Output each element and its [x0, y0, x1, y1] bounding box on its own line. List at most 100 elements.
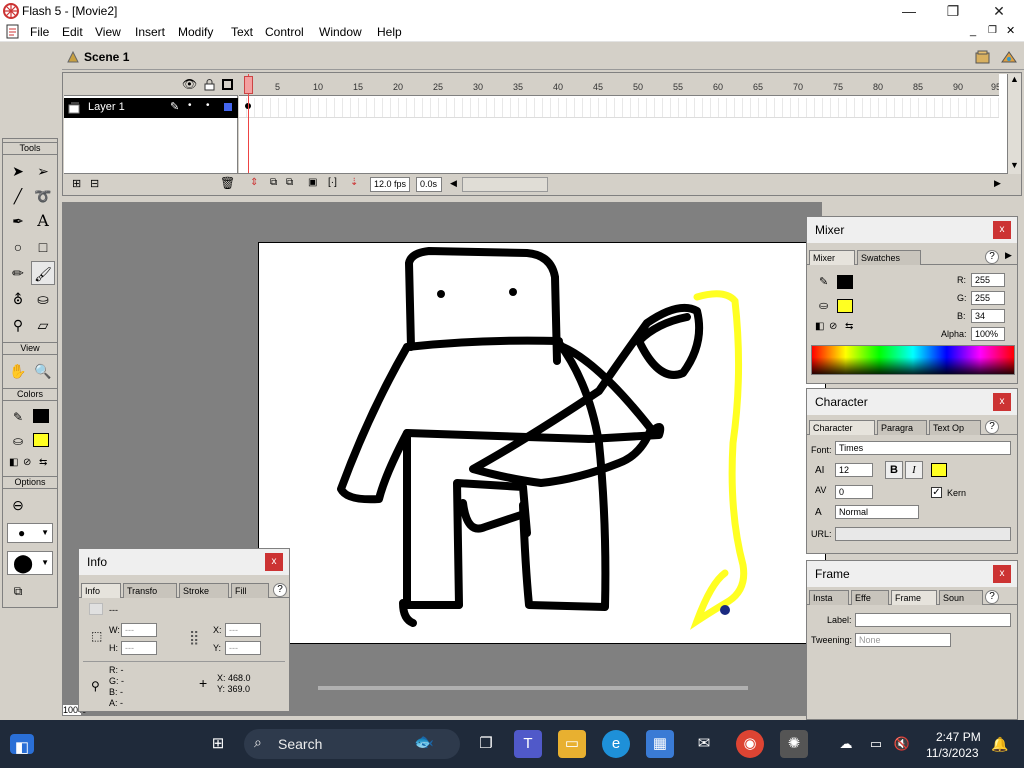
- brush-tool-icon[interactable]: 🖌: [31, 261, 55, 285]
- modify-onion-markers-icon[interactable]: [·]: [328, 177, 337, 188]
- mixer-fill-swatch[interactable]: [837, 299, 853, 313]
- edit-scene-icon[interactable]: [1000, 49, 1018, 65]
- line-tool-icon[interactable]: ╱: [6, 184, 30, 208]
- italic-button[interactable]: I: [905, 461, 923, 479]
- visible-dot[interactable]: •: [188, 100, 192, 111]
- taskbar-search[interactable]: ⌕ Search 🐟: [244, 729, 460, 759]
- doc-restore-button[interactable]: ❐: [988, 25, 997, 36]
- scroll-up-icon[interactable]: ▲: [1010, 74, 1019, 84]
- w-field[interactable]: ---: [121, 623, 157, 637]
- scroll-down-icon[interactable]: ▼: [1010, 160, 1019, 170]
- lock-fill-icon[interactable]: ⧉: [6, 579, 30, 603]
- help-icon[interactable]: ?: [985, 590, 999, 604]
- tab-text-options[interactable]: Text Op: [929, 420, 981, 435]
- stage-canvas[interactable]: [258, 242, 826, 644]
- tab-swatches[interactable]: Swatches: [857, 250, 921, 265]
- doc-minimize-button[interactable]: _: [970, 25, 976, 37]
- menu-control[interactable]: Control: [265, 25, 304, 39]
- edge-icon[interactable]: e: [602, 730, 630, 758]
- url-field[interactable]: [835, 527, 1011, 541]
- frame-row[interactable]: [239, 98, 999, 118]
- notifications-icon[interactable]: 🔔: [986, 730, 1014, 758]
- center-frame-icon[interactable]: ⇕: [250, 177, 258, 188]
- panel-menu-icon[interactable]: ▶: [1005, 250, 1012, 261]
- timeline-hscroll-thumb[interactable]: [462, 177, 548, 192]
- rectangle-tool-icon[interactable]: □: [31, 235, 55, 259]
- menu-view[interactable]: View: [95, 25, 121, 39]
- tab-stroke[interactable]: Stroke: [179, 583, 229, 598]
- maximize-button[interactable]: ❐: [930, 0, 976, 22]
- edit-symbols-icon[interactable]: [974, 49, 992, 65]
- mail-icon[interactable]: ✉: [690, 730, 718, 758]
- tab-paragraph[interactable]: Paragra: [877, 420, 927, 435]
- network-icon[interactable]: ☁: [832, 730, 860, 758]
- onion-outline-icon[interactable]: ⧉: [286, 177, 293, 188]
- fill-color-swatch[interactable]: [33, 433, 49, 447]
- lock-dot[interactable]: •: [206, 100, 210, 111]
- h-field[interactable]: ---: [121, 641, 157, 655]
- scroll-left-icon[interactable]: ◀: [450, 178, 457, 189]
- playhead-handle[interactable]: [244, 76, 253, 94]
- lock-icon[interactable]: [204, 79, 215, 91]
- y-field[interactable]: ---: [225, 641, 261, 655]
- timeline-vertical-scrollbar[interactable]: ▲ ▼: [1007, 74, 1021, 174]
- no-color-icon[interactable]: ⊘: [23, 457, 31, 468]
- menu-insert[interactable]: Insert: [135, 25, 165, 39]
- teams-icon[interactable]: T: [514, 730, 542, 758]
- tab-character[interactable]: Character: [809, 420, 875, 435]
- stroke-color-swatch[interactable]: [33, 409, 49, 423]
- default-colors-icon[interactable]: ◧: [9, 457, 18, 468]
- mixer-stroke-swatch[interactable]: [837, 275, 853, 289]
- mixer-close-button[interactable]: x: [993, 221, 1011, 239]
- menu-window[interactable]: Window: [319, 25, 362, 39]
- baseline-select[interactable]: Normal: [835, 505, 919, 519]
- scroll-right-icon[interactable]: ▶: [994, 178, 1001, 189]
- edit-multiple-frames-icon[interactable]: ▣: [308, 177, 317, 188]
- color-spectrum[interactable]: [811, 345, 1015, 375]
- tweening-select[interactable]: None: [855, 633, 951, 647]
- text-color-swatch[interactable]: [931, 463, 947, 477]
- frame-rate-field[interactable]: 12.0 fps: [370, 177, 410, 192]
- task-view-icon[interactable]: ❐: [472, 730, 500, 758]
- doc-close-button[interactable]: ✕: [1006, 24, 1015, 37]
- character-close-button[interactable]: x: [993, 393, 1011, 411]
- chrome-icon[interactable]: ◉: [736, 730, 764, 758]
- outline-color-box[interactable]: [224, 103, 232, 111]
- store-icon[interactable]: ▦: [646, 730, 674, 758]
- swap-colors-icon[interactable]: ⇆: [39, 457, 47, 468]
- close-button[interactable]: ✕: [976, 0, 1022, 22]
- oval-tool-icon[interactable]: ○: [6, 235, 30, 259]
- volume-icon[interactable]: 🔇: [888, 730, 916, 758]
- file-explorer-icon[interactable]: ▭: [558, 730, 586, 758]
- start-button-icon[interactable]: ⊞: [204, 730, 232, 758]
- help-icon[interactable]: ?: [985, 250, 999, 264]
- font-size-field[interactable]: 12: [835, 463, 873, 477]
- add-layer-icon[interactable]: ⊞: [72, 177, 81, 190]
- menu-modify[interactable]: Modify: [178, 25, 213, 39]
- zoom-tool-icon[interactable]: 🔍: [31, 359, 55, 383]
- ink-bottle-tool-icon[interactable]: ⛢: [6, 287, 30, 311]
- tab-instance[interactable]: Insta: [809, 590, 849, 605]
- text-tool-icon[interactable]: A: [31, 209, 55, 233]
- brush-size-select[interactable]: ● ▼: [7, 523, 53, 543]
- x-field[interactable]: ---: [225, 623, 261, 637]
- tab-mixer[interactable]: Mixer: [809, 250, 855, 265]
- brush-shape-select[interactable]: ⬤ ▼: [7, 551, 53, 575]
- pen-tool-icon[interactable]: ✒: [6, 209, 30, 233]
- flash-taskbar-icon[interactable]: ✺: [780, 730, 808, 758]
- frame-close-button[interactable]: x: [993, 565, 1011, 583]
- layer-row[interactable]: Layer 1 ✎ • •: [64, 98, 238, 118]
- outline-icon[interactable]: [222, 79, 233, 90]
- mixer-swap-colors-icon[interactable]: ⇆: [845, 321, 853, 332]
- bold-button[interactable]: B: [885, 461, 903, 479]
- alpha-field[interactable]: 100%: [971, 327, 1005, 341]
- menu-file[interactable]: File: [30, 25, 49, 39]
- b-field[interactable]: 34: [971, 309, 1005, 323]
- tab-frame[interactable]: Frame: [891, 590, 937, 605]
- help-icon[interactable]: ?: [273, 583, 287, 597]
- frame-ruler[interactable]: 5 10 15 20 25 30 35 40 45 50 55 60 65 70…: [239, 74, 999, 96]
- font-select[interactable]: Times: [835, 441, 1011, 455]
- eye-icon[interactable]: 👁: [182, 77, 197, 91]
- menu-edit[interactable]: Edit: [62, 25, 83, 39]
- help-icon[interactable]: ?: [985, 420, 999, 434]
